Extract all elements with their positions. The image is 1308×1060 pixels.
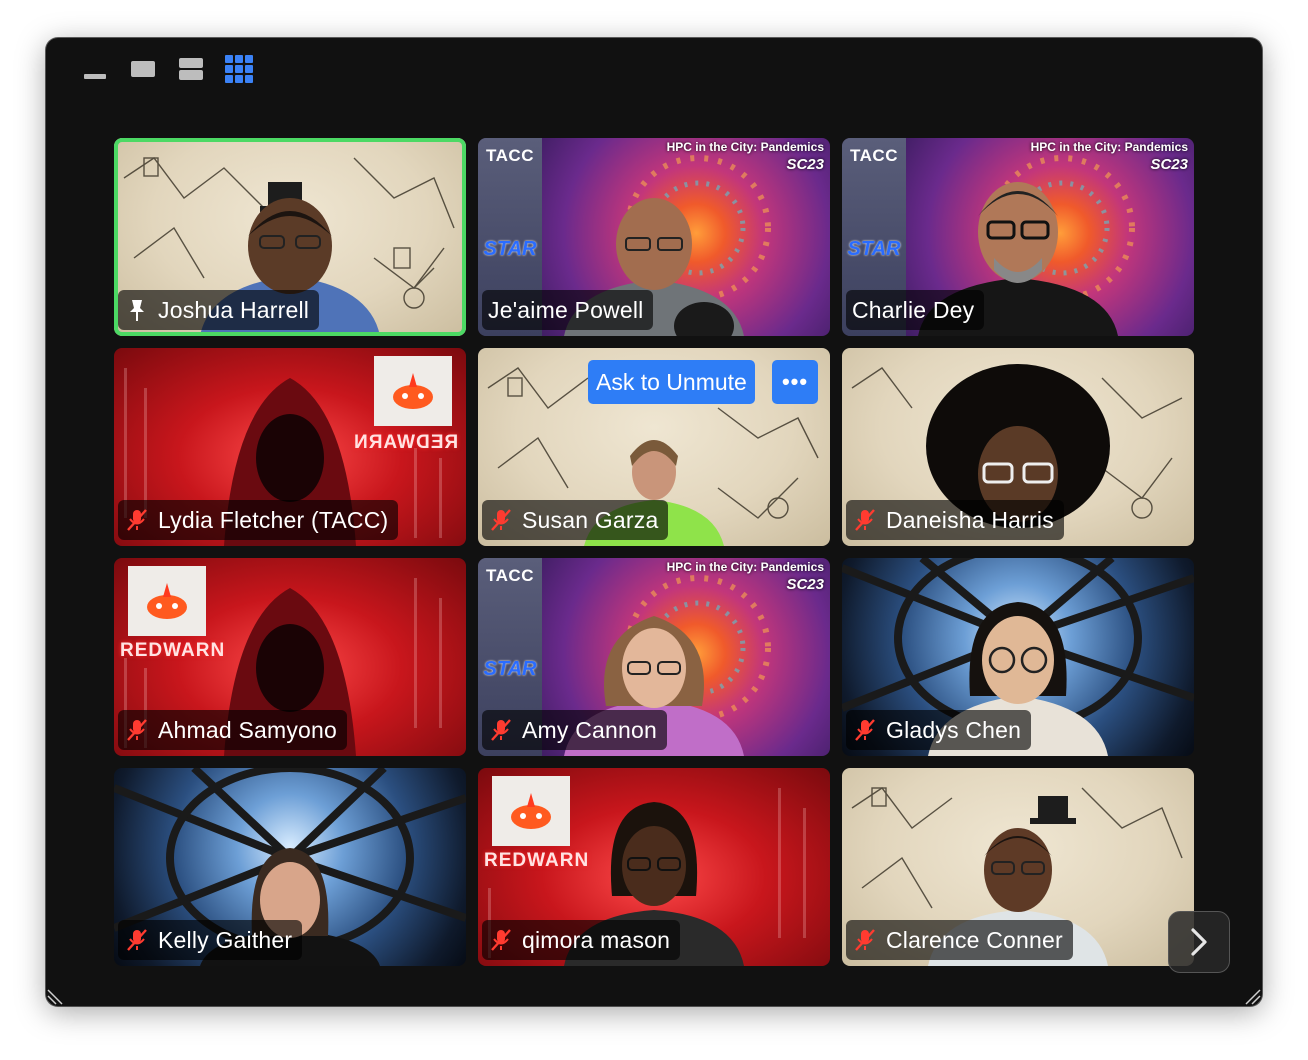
zoom-window: Joshua Harrell TACC STAR HPC in the City… [46,38,1262,1006]
participant-name: Amy Cannon [522,716,657,743]
minimize-view-button[interactable] [80,54,110,84]
speaker-view-button[interactable] [128,54,158,84]
participant-name-label: Charlie Dey [846,290,985,330]
gallery-grid: Joshua Harrell TACC STAR HPC in the City… [114,138,1194,966]
participant-name: Susan Garza [522,506,659,533]
participant-name-label: Joshua Harrell [118,290,320,330]
minimize-icon [84,74,106,79]
star-logo: STAR [483,658,537,680]
redwarn-alien-icon [147,583,187,619]
participant-tile[interactable]: Ask to Unmute ••• Susan Garza [478,348,830,546]
participant-tile[interactable]: Kelly Gaither [114,768,466,966]
redwarn-logo [374,356,452,426]
redwarn-alien-icon [511,793,551,829]
strip-view-button[interactable] [176,54,206,84]
mic-muted-icon [124,927,150,953]
strip-view-icon [179,58,203,80]
participant-tile[interactable]: REDWARN Lydia Fletcher (TACC) [114,348,466,546]
participant-name-label: Lydia Fletcher (TACC) [118,500,399,540]
mic-muted-icon [124,507,150,533]
participant-name-label: qimora mason [482,920,681,960]
participant-name: Clarence Conner [886,926,1063,953]
participant-name-label: Ahmad Samyono [118,710,348,750]
mic-muted-icon [488,927,514,953]
redwarn-mirrored-text: REDWARN [352,432,458,453]
star-logo: STAR [847,238,901,260]
participant-name: Ahmad Samyono [158,716,338,743]
mic-muted-icon [124,717,150,743]
participant-tile[interactable]: REDWARN qimora mason [478,768,830,966]
more-options-button[interactable]: ••• [772,360,818,404]
redwarn-alien-icon [393,373,433,409]
participant-tile[interactable]: REDWARN Ahmad Samyono [114,558,466,756]
mic-muted-icon [488,717,514,743]
mic-muted-icon [852,507,878,533]
participant-name-label: Daneisha Harris [846,500,1064,540]
participant-tile[interactable]: Gladys Chen [842,558,1194,756]
mic-muted-icon [488,507,514,533]
participant-name: Kelly Gaither [158,926,293,953]
participant-tile[interactable]: Daneisha Harris [842,348,1194,546]
participant-name-label: Gladys Chen [846,710,1032,750]
participant-name-label: Kelly Gaither [118,920,303,960]
sc23-logo: SC23 [786,576,824,593]
tacc-logo: TACC [486,146,534,165]
participant-tile[interactable]: TACC STAR HPC in the City: Pandemics SC2… [478,558,830,756]
participant-name: Charlie Dey [852,296,975,323]
tacc-logo: TACC [486,566,534,585]
participant-name-label: Amy Cannon [482,710,667,750]
pin-icon [124,297,150,323]
view-toolbar [80,52,254,86]
participant-name-label: Clarence Conner [846,920,1073,960]
gallery-view-button[interactable] [224,54,254,84]
participant-name-label: Je'aime Powell [482,290,654,330]
participant-name: Je'aime Powell [488,296,644,323]
participant-tile[interactable]: TACC STAR HPC in the City: Pandemics SC2… [842,138,1194,336]
sc23-logo: SC23 [786,156,824,173]
participant-name-label: Susan Garza [482,500,669,540]
gallery-grid-icon [225,55,253,83]
resize-handle-icon[interactable] [46,984,68,1006]
mic-muted-icon [852,927,878,953]
participant-name: Lydia Fletcher (TACC) [158,506,389,533]
chevron-right-icon [1191,928,1207,956]
participant-name: Gladys Chen [886,716,1022,743]
participant-name: Joshua Harrell [158,296,310,323]
participant-name: qimora mason [522,926,671,953]
redwarn-text: REDWARN [120,640,226,661]
tacc-logo: TACC [850,146,898,165]
resize-handle-icon[interactable] [1240,984,1262,1006]
participant-tile[interactable]: Joshua Harrell [114,138,466,336]
redwarn-logo [128,566,206,636]
speaker-view-icon [131,61,155,77]
next-page-button[interactable] [1168,911,1230,973]
event-title: HPC in the City: Pandemics [666,140,824,154]
star-logo: STAR [483,238,537,260]
ask-to-unmute-button[interactable]: Ask to Unmute [588,360,755,404]
event-title: HPC in the City: Pandemics [666,560,824,574]
participant-tile[interactable]: Clarence Conner [842,768,1194,966]
participant-name: Daneisha Harris [886,506,1054,533]
mic-muted-icon [852,717,878,743]
sc23-logo: SC23 [1150,156,1188,173]
participant-tile[interactable]: TACC STAR HPC in the City: Pandemics SC2… [478,138,830,336]
